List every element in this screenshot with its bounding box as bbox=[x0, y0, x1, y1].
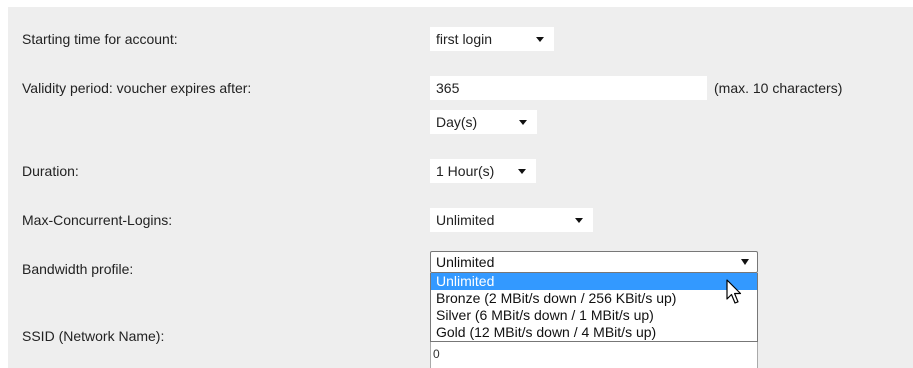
ssid-partial-value: 0 bbox=[433, 347, 440, 361]
duration-select[interactable]: 1 Hour(s) bbox=[430, 159, 536, 183]
chevron-down-icon bbox=[536, 27, 544, 51]
duration-label: Duration: bbox=[22, 163, 79, 179]
ssid-label: SSID (Network Name): bbox=[22, 328, 165, 344]
max-concurrent-logins-select[interactable]: Unlimited bbox=[430, 208, 593, 232]
max-concurrent-logins-label: Max-Concurrent-Logins: bbox=[22, 212, 173, 228]
dropdown-option-gold[interactable]: Gold (12 MBit/s down / 4 MBit/s up) bbox=[431, 324, 757, 341]
chevron-down-icon bbox=[575, 208, 583, 232]
validity-period-input[interactable]: 365 bbox=[430, 76, 707, 100]
bandwidth-profile-dropdown-list: Unlimited Bronze (2 MBit/s down / 256 KB… bbox=[430, 273, 758, 342]
validity-max-hint: (max. 10 characters) bbox=[714, 80, 843, 96]
starting-time-label: Starting time for account: bbox=[22, 31, 178, 47]
mouse-pointer-icon bbox=[726, 279, 742, 304]
chevron-down-icon bbox=[518, 159, 526, 183]
validity-unit-value: Day(s) bbox=[436, 114, 478, 130]
bandwidth-profile-label: Bandwidth profile: bbox=[22, 261, 134, 277]
validity-unit-select[interactable]: Day(s) bbox=[430, 110, 537, 134]
max-concurrent-logins-value: Unlimited bbox=[436, 212, 495, 228]
bandwidth-profile-select[interactable]: Unlimited bbox=[430, 251, 758, 273]
bandwidth-profile-value: Unlimited bbox=[436, 254, 495, 270]
starting-time-select[interactable]: first login bbox=[430, 27, 554, 51]
validity-period-value: 365 bbox=[436, 80, 460, 96]
validity-period-label: Validity period: voucher expires after: bbox=[22, 80, 252, 96]
dropdown-option-silver[interactable]: Silver (6 MBit/s down / 1 MBit/s up) bbox=[431, 307, 757, 324]
chevron-down-icon bbox=[519, 110, 527, 134]
chevron-down-icon bbox=[741, 252, 749, 272]
starting-time-value: first login bbox=[436, 31, 493, 47]
dropdown-option-unlimited[interactable]: Unlimited bbox=[431, 273, 757, 290]
duration-value: 1 Hour(s) bbox=[436, 163, 495, 179]
dropdown-option-bronze[interactable]: Bronze (2 MBit/s down / 256 KBit/s up) bbox=[431, 290, 757, 307]
ssid-field[interactable]: 0 bbox=[430, 340, 758, 368]
